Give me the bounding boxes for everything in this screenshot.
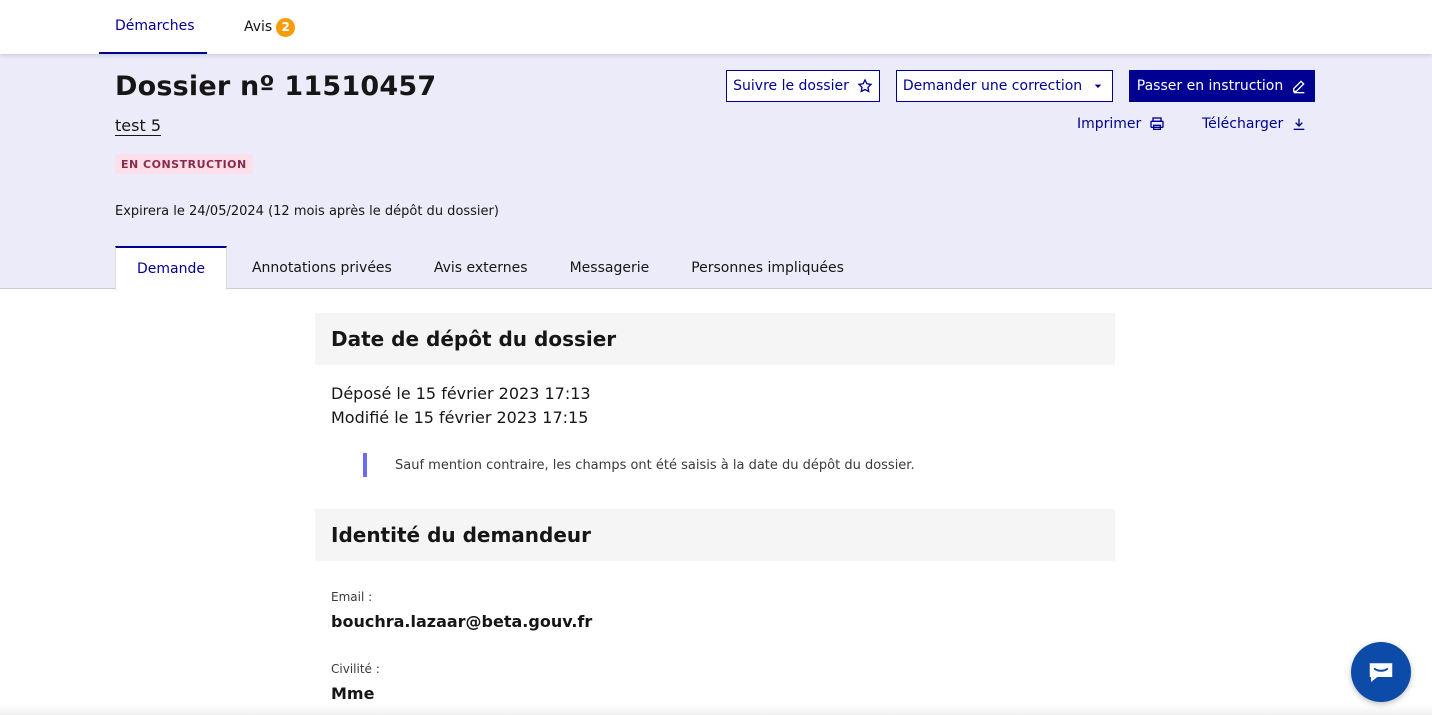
chat-button[interactable] <box>1351 642 1411 702</box>
star-icon <box>857 78 873 93</box>
page-title: Dossier nº 11510457 <box>115 71 437 102</box>
print-link[interactable]: Imprimer <box>1077 116 1165 132</box>
tab-avis-externes[interactable]: Avis externes <box>413 246 549 289</box>
start-instruction-label: Passer en instruction <box>1136 78 1284 94</box>
email-label: Email : <box>331 590 373 604</box>
civilite-label: Civilité : <box>331 662 380 676</box>
modified-date: Modifié le 15 février 2023 17:15 <box>331 408 589 427</box>
dossier-header: Dossier nº 11510457 test 5 EN CONSTRUCTI… <box>0 54 1432 290</box>
tab-messagerie[interactable]: Messagerie <box>549 246 671 289</box>
request-correction-label: Demander une correction <box>902 78 1083 94</box>
nav-demarches[interactable]: Démarches <box>99 0 207 54</box>
status-badge: EN CONSTRUCTION <box>115 154 253 174</box>
tab-personnes-impliquees[interactable]: Personnes impliquées <box>670 246 865 289</box>
start-instruction-button[interactable]: Passer en instruction <box>1129 70 1315 102</box>
tab-annotations-privees[interactable]: Annotations privées <box>231 246 413 289</box>
print-label: Imprimer <box>1077 116 1142 132</box>
tab-demande[interactable]: Demande <box>115 246 227 290</box>
depot-section-heading: Date de dépôt du dossier <box>315 313 1115 365</box>
avis-count-badge: 2 <box>276 17 296 37</box>
expiry-text: Expirera le 24/05/2024 (12 mois après le… <box>115 204 499 219</box>
pencil-icon <box>1293 80 1305 94</box>
follow-dossier-label: Suivre le dossier <box>733 78 849 94</box>
caret-down-icon <box>1094 84 1102 88</box>
download-icon <box>1293 118 1305 130</box>
dossier-name-link[interactable]: test 5 <box>115 116 161 135</box>
identity-section-heading: Identité du demandeur <box>315 509 1115 561</box>
nav-avis[interactable]: Avis 2 <box>228 0 311 54</box>
follow-dossier-button[interactable]: Suivre le dossier <box>726 70 880 102</box>
download-link[interactable]: Télécharger <box>1202 116 1307 132</box>
info-note: Sauf mention contraire, les champs ont é… <box>363 453 915 477</box>
email-value: bouchra.lazaar@beta.gouv.fr <box>331 612 593 631</box>
printer-icon <box>1150 117 1164 130</box>
bottom-shadow <box>0 704 1432 715</box>
chat-icon <box>1369 663 1393 682</box>
nav-avis-label: Avis <box>244 19 273 35</box>
civilite-value: Mme <box>331 684 375 703</box>
deposit-date: Déposé le 15 février 2023 17:13 <box>331 384 591 403</box>
dossier-tabs: Demande Annotations privées Avis externe… <box>115 246 865 290</box>
top-navigation: Démarches Avis 2 <box>0 0 1432 54</box>
download-label: Télécharger <box>1202 116 1284 132</box>
request-correction-button[interactable]: Demander une correction <box>896 70 1113 102</box>
